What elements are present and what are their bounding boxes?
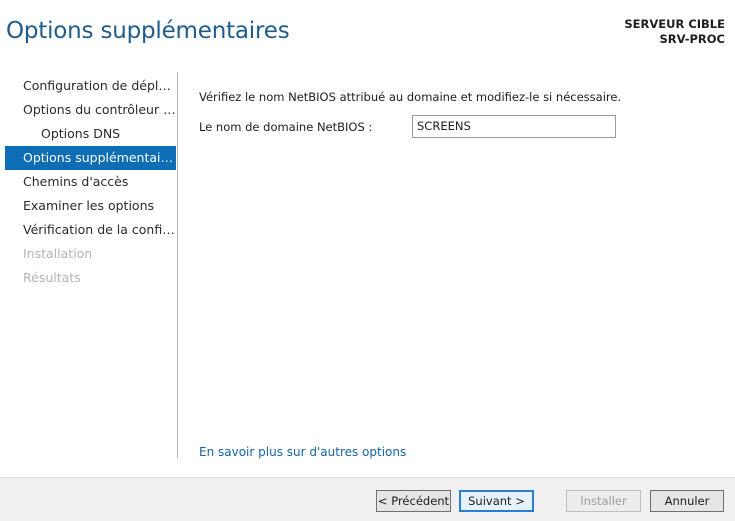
cancel-button[interactable]: Annuler [650, 490, 724, 512]
netbios-name-input[interactable] [412, 115, 616, 138]
more-options-link[interactable]: En savoir plus sur d'autres options [199, 445, 406, 459]
previous-button[interactable]: < Précédent [376, 490, 451, 512]
install-button: Installer [566, 490, 641, 512]
content-description: Vérifiez le nom NetBIOS attribué au doma… [199, 90, 621, 104]
nav-item-additional-options[interactable]: Options supplémentaires [5, 146, 176, 170]
target-server-label: SERVEUR CIBLE [624, 17, 725, 31]
nav-item-deployment-config[interactable]: Configuration de déploie... [5, 74, 176, 98]
nav-item-installation: Installation [23, 246, 93, 261]
netbios-label: Le nom de domaine NetBIOS : [199, 120, 373, 134]
nav-item-dns-options[interactable]: Options DNS [5, 122, 176, 146]
nav-item-dc-options[interactable]: Options du contrôleur de... [5, 98, 176, 122]
nav-item-paths[interactable]: Chemins d'accès [5, 170, 176, 194]
target-server-name: SRV-PROC [659, 32, 725, 46]
page-title: Options supplémentaires [6, 18, 290, 44]
description-text: Vérifiez le nom NetBIOS attribué au doma… [199, 90, 622, 104]
nav-item-review-options[interactable]: Examiner les options [5, 194, 176, 218]
nav-item-results: Résultats [23, 270, 81, 285]
nav-divider [177, 72, 178, 458]
next-button[interactable]: Suivant > [459, 490, 534, 512]
footer-bar: < Précédent Suivant > Installer Annuler [0, 477, 735, 521]
nav-item-prerequisites-check[interactable]: Vérification de la configur... [5, 218, 176, 242]
wizard-nav: Configuration de déploie... Options du c… [5, 74, 176, 290]
target-server-block: SERVEUR CIBLE SRV-PROC [624, 17, 725, 47]
